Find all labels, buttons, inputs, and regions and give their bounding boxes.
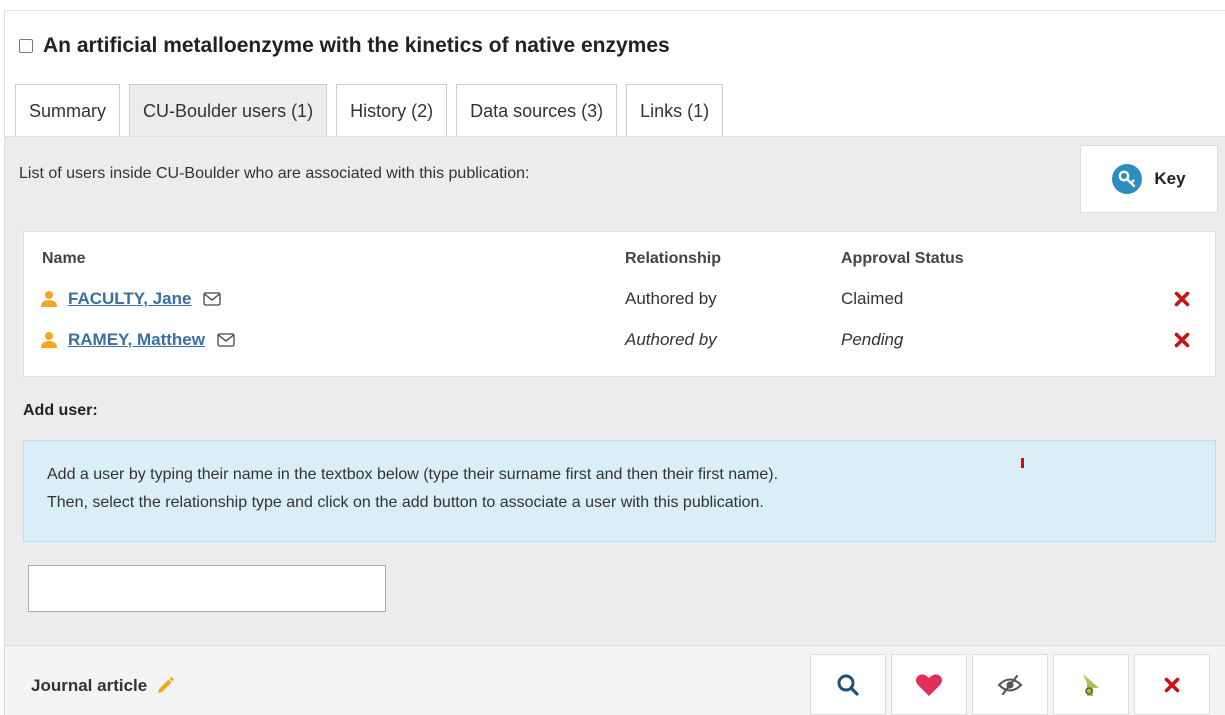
remove-button[interactable] — [1134, 654, 1210, 715]
add-user-help: Add a user by typing their name in the t… — [23, 440, 1216, 542]
remove-user-button[interactable] — [1174, 325, 1190, 355]
header-name: Name — [42, 250, 86, 267]
doc-type: Journal article — [31, 676, 175, 696]
close-icon — [1174, 291, 1190, 307]
status-value: Claimed — [841, 289, 904, 308]
user-icon — [41, 332, 57, 348]
user-name-link[interactable]: FACULTY, Jane — [68, 289, 191, 309]
search-button[interactable] — [810, 654, 886, 715]
hide-button[interactable] — [972, 654, 1048, 715]
relationship-value: Authored by — [625, 289, 717, 308]
user-name-link[interactable]: RAMEY, Matthew — [68, 330, 205, 350]
close-icon — [1164, 677, 1180, 692]
key-button[interactable]: Key — [1080, 145, 1218, 213]
intro-text: List of users inside CU-Boulder who are … — [19, 165, 530, 182]
table-row: FACULTY, Jane Authored by Claimed — [24, 284, 1215, 314]
email-icon[interactable] — [217, 333, 235, 347]
select-checkbox[interactable] — [19, 39, 33, 53]
pencil-icon[interactable] — [155, 676, 175, 696]
text-cursor — [1021, 458, 1024, 468]
user-icon — [41, 291, 57, 307]
users-table: Name Relationship Approval Status FACULT… — [23, 231, 1216, 377]
tab-bar: Summary CU-Boulder users (1) History (2)… — [15, 84, 732, 137]
hide-icon — [997, 674, 1023, 695]
email-icon[interactable] — [203, 292, 222, 306]
favourite-button[interactable] — [891, 654, 967, 715]
tab-links[interactable]: Links (1) — [626, 84, 724, 137]
title-row: An artificial metalloenzyme with the kin… — [19, 34, 670, 58]
share-button[interactable] — [1053, 654, 1129, 715]
table-row: RAMEY, Matthew Authored by Pending — [24, 325, 1215, 355]
search-icon — [837, 674, 859, 696]
remove-user-button[interactable] — [1174, 284, 1190, 314]
help-line-1: Add a user by typing their name in the t… — [47, 466, 779, 483]
header-relationship: Relationship — [625, 250, 722, 267]
status-value: Pending — [841, 330, 904, 349]
tab-cu-boulder-users[interactable]: CU-Boulder users (1) — [129, 84, 328, 137]
share-icon — [1083, 673, 1099, 696]
tab-summary[interactable]: Summary — [15, 84, 121, 137]
add-user-label: Add user: — [23, 402, 98, 419]
tab-history[interactable]: History (2) — [336, 84, 448, 137]
key-label: Key — [1154, 169, 1186, 188]
user-search-input[interactable] — [28, 565, 386, 612]
heart-icon — [916, 673, 942, 696]
publication-title: An artificial metalloenzyme with the kin… — [43, 34, 670, 57]
relationship-value: Authored by — [625, 330, 717, 349]
help-line-2: Then, select the relationship type and c… — [47, 494, 764, 511]
action-buttons — [810, 654, 1215, 715]
doc-type-label: Journal article — [31, 676, 148, 695]
tab-data-sources[interactable]: Data sources (3) — [456, 84, 618, 137]
header-approval-status: Approval Status — [841, 250, 964, 267]
key-icon — [1112, 164, 1143, 194]
close-icon — [1174, 332, 1190, 348]
